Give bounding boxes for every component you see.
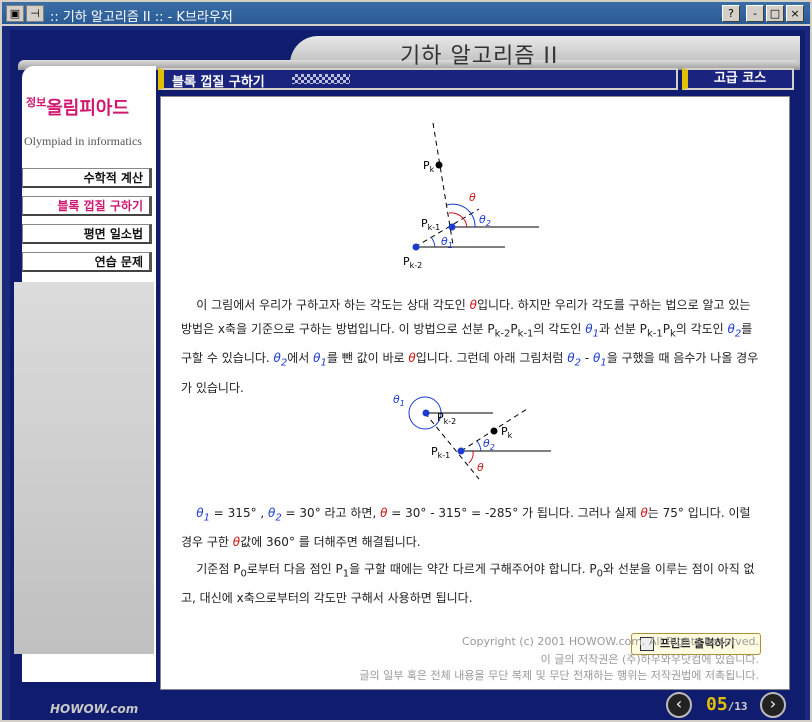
section-bar: 블록 껍질 구하기 bbox=[158, 68, 678, 90]
pager: ‹ 05/13 › bbox=[666, 692, 790, 718]
page-title: 기하 알고리즘 II bbox=[400, 44, 559, 69]
content-panel: Pk Pk-1 Pk-2 θ θ2 θ1 이 그림에서 우리가 구하고자 하는 … bbox=[160, 96, 790, 690]
point-pk bbox=[490, 427, 498, 435]
minimize-button[interactable]: - bbox=[746, 5, 764, 22]
label-pk: Pk bbox=[501, 425, 513, 440]
point-pk2 bbox=[412, 243, 420, 251]
point-pk1 bbox=[457, 447, 465, 455]
logo-main: 올림피아드 bbox=[46, 98, 130, 119]
label-theta2: θ2 bbox=[483, 437, 495, 452]
copyright-line-3: 글의 일부 혹은 전체 내용을 무단 복제 및 무단 전재하는 행위는 저작권법… bbox=[359, 669, 759, 682]
sidebar-item-sweep[interactable]: 평면 일소법 bbox=[22, 224, 152, 244]
sidebar-bottom bbox=[14, 282, 154, 654]
label-theta1: θ1 bbox=[441, 235, 453, 250]
footer-logo[interactable]: HOWOW.com bbox=[50, 702, 138, 716]
olympiad-logo[interactable]: 정보올림피아드 bbox=[26, 94, 129, 120]
logo-english: Olympiad in informatics bbox=[24, 134, 142, 148]
paragraph-2: θ1 = 315° , θ2 = 30° 라고 하면, θ = 30° - 31… bbox=[181, 506, 751, 550]
checker-decoration bbox=[292, 74, 350, 84]
current-page: 05 bbox=[706, 694, 728, 715]
app-icon[interactable]: ▣ bbox=[6, 5, 24, 22]
next-page-button[interactable]: › bbox=[760, 692, 786, 718]
browser-window: ▣ ⊣ :: 기하 알고리즘 II :: - K브라우저 ? - □ × 기하 … bbox=[0, 0, 812, 722]
sidebar-item-exercises[interactable]: 연습 문제 bbox=[22, 252, 152, 272]
label-pk: Pk bbox=[423, 159, 435, 174]
page-indicator: 05/13 bbox=[706, 694, 748, 715]
pin-icon[interactable]: ⊣ bbox=[26, 5, 44, 22]
total-pages: /13 bbox=[727, 700, 748, 713]
title-bar: ▣ ⊣ :: 기하 알고리즘 II :: - K브라우저 ? - □ × bbox=[2, 2, 810, 26]
window-title: :: 기하 알고리즘 II :: - K브라우저 bbox=[50, 10, 233, 25]
copyright-line-1: Copyright (c) 2001 HOWOW.com. All Rights… bbox=[462, 635, 759, 648]
label-theta1: θ1 bbox=[393, 393, 405, 408]
label-pk1: Pk-1 bbox=[421, 217, 440, 232]
help-button[interactable]: ? bbox=[722, 5, 740, 22]
sidebar-item-convex-hull[interactable]: 블록 껍질 구하기 bbox=[22, 196, 152, 216]
sidebar-item-math[interactable]: 수학적 계산 bbox=[22, 168, 152, 188]
logo-small: 정보 bbox=[26, 96, 47, 109]
label-theta: θ bbox=[469, 191, 476, 204]
close-button[interactable]: × bbox=[786, 5, 804, 22]
label-theta: θ bbox=[477, 461, 484, 474]
level-badge: 고급 코스 bbox=[682, 68, 794, 90]
label-theta2: θ2 bbox=[479, 213, 491, 228]
point-pk bbox=[435, 161, 443, 169]
figure-angle-diagram: Pk Pk-1 Pk-2 θ θ2 θ1 bbox=[403, 122, 539, 270]
figure-negative-angle: θ1 Pk-2 Pk Pk-1 θ2 θ bbox=[393, 393, 551, 480]
paragraph-3: 기준점 P0로부터 다음 점인 P1을 구할 때에는 약간 다르게 구해주어야 … bbox=[181, 562, 755, 606]
label-pk1: Pk-1 bbox=[431, 445, 450, 460]
copyright-line-2: 이 글의 저작권은 (주)하우와우닷컴에 있습니다. bbox=[540, 653, 759, 666]
label-pk2: Pk-2 bbox=[403, 255, 422, 270]
maximize-button[interactable]: □ bbox=[766, 5, 784, 22]
prev-page-button[interactable]: ‹ bbox=[666, 692, 692, 718]
point-pk2 bbox=[422, 409, 430, 417]
point-pk1 bbox=[448, 223, 456, 231]
section-title: 블록 껍질 구하기 bbox=[172, 75, 265, 90]
